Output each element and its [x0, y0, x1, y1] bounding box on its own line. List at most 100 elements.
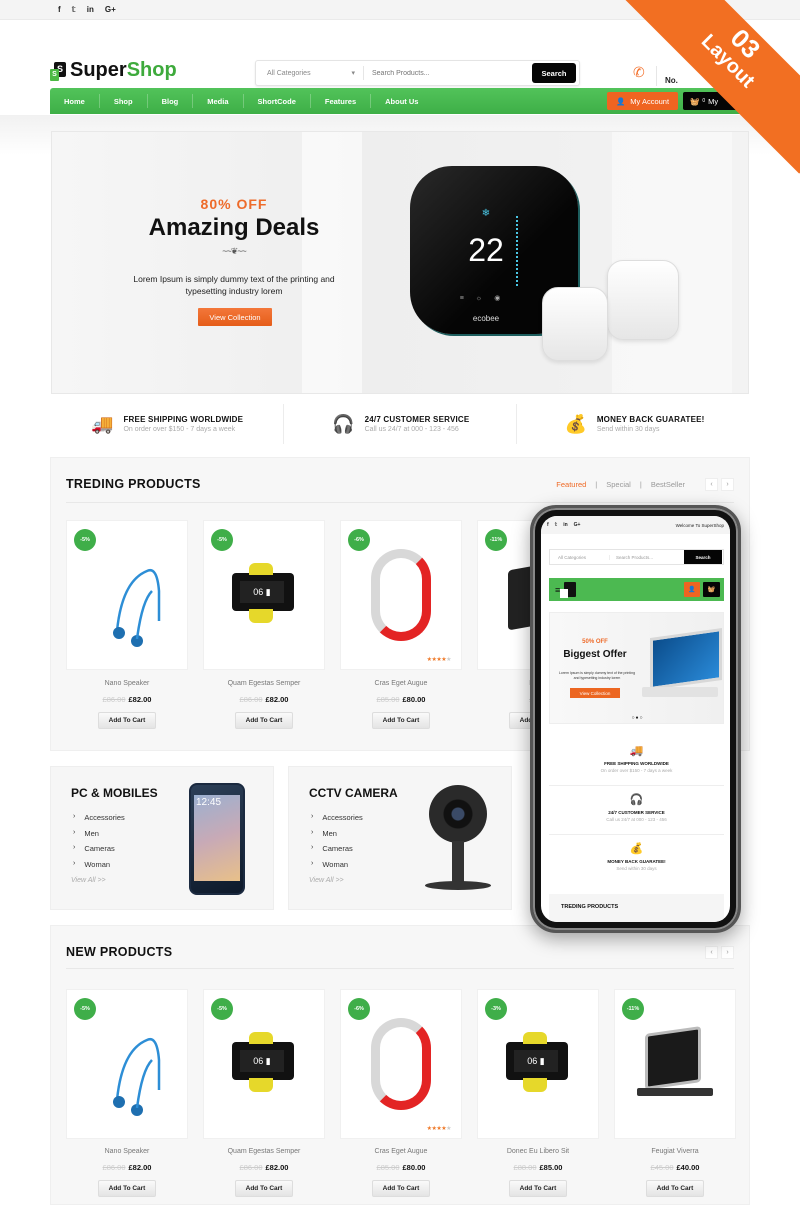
add-to-cart-button[interactable]: Add To Cart [98, 712, 156, 729]
category-select[interactable]: All Categories ▾ [256, 66, 364, 80]
phone-icon: ✆ [633, 64, 645, 80]
product-price: £85.00 £80.00 [340, 1163, 462, 1172]
mobile-view-collection-button[interactable]: View Collection [570, 688, 620, 698]
product-name[interactable]: Cras Eget Augue [340, 1148, 462, 1155]
product-name[interactable]: Cras Eget Augue [340, 680, 462, 687]
mobile-category-select[interactable]: All Categories [550, 554, 610, 560]
product-name[interactable]: Nano Speaker [66, 1148, 188, 1155]
category-link[interactable]: › Cameras [73, 844, 125, 860]
next-arrow-icon[interactable]: › [721, 478, 734, 491]
view-all-link[interactable]: View All >> [71, 877, 106, 884]
discount-badge: -11% [622, 998, 644, 1020]
prev-arrow-icon[interactable]: ‹ [705, 946, 718, 959]
facebook-icon[interactable]: f [58, 5, 61, 14]
category-select-value: All Categories [267, 69, 311, 77]
product-card[interactable]: -5% 06 ▮ [203, 989, 325, 1139]
view-collection-button[interactable]: View Collection [198, 308, 272, 326]
category-link[interactable]: › Accessories [73, 813, 125, 829]
product-name[interactable]: Donec Eu Libero Sit [477, 1148, 599, 1155]
category-link[interactable]: › Woman [73, 860, 125, 876]
truck-icon: 🚚 [629, 745, 644, 757]
mobile-search-input[interactable]: Search Products... [610, 555, 684, 560]
add-to-cart-button[interactable]: Add To Cart [509, 1180, 567, 1197]
add-to-cart-button[interactable]: Add To Cart [646, 1180, 704, 1197]
add-to-cart-button[interactable]: Add To Cart [235, 712, 293, 729]
product-card[interactable]: -11% [614, 989, 736, 1139]
product-card[interactable]: -5% 06 ▮ [203, 520, 325, 670]
watch-image: 06 ▮ [232, 1042, 294, 1080]
next-arrow-icon[interactable]: › [721, 946, 734, 959]
price: £82.00 [265, 1163, 289, 1172]
tab-featured[interactable]: Featured [556, 480, 586, 489]
category-link[interactable]: › Accessories [311, 813, 363, 829]
logo[interactable]: SS Super Shop [50, 59, 177, 82]
twitter-icon[interactable]: 𝕥 [555, 522, 558, 528]
search-button[interactable]: Search [532, 63, 576, 83]
slider-dots[interactable]: ○●○ [550, 715, 725, 721]
new-products-section: NEW PRODUCTS ‹ › -5% Nano Speaker £86.00 £… [50, 925, 750, 1205]
watch-strap [249, 1032, 273, 1044]
product-name[interactable]: Quam Egestas Semper [203, 680, 325, 687]
my-account-button[interactable]: 👤 My Account [607, 92, 678, 110]
welcome-text: Welcome To SuperShop [675, 522, 724, 528]
product-card[interactable]: -5% [66, 520, 188, 670]
category-links: › Accessories › Men › Cameras › Woman [311, 813, 363, 875]
chevron-right-icon: › [73, 859, 76, 867]
thermostat-temp: 22 [468, 232, 504, 268]
mobile-logo[interactable] [560, 582, 577, 598]
google-plus-icon[interactable]: G+ [574, 522, 581, 528]
category-links: › Accessories › Men › Cameras › Woman [73, 813, 125, 875]
nav-shop[interactable]: Shop [100, 94, 148, 108]
linkedin-icon[interactable]: in [563, 522, 567, 528]
add-to-cart-button[interactable]: Add To Cart [372, 712, 430, 729]
google-plus-icon[interactable]: G+ [105, 5, 116, 14]
headset-icon: 🎧 [629, 794, 644, 806]
tab-bestseller[interactable]: BestSeller [651, 480, 685, 489]
product-card[interactable]: -6% ★★★★★ [340, 520, 462, 670]
nav-shortcode[interactable]: ShortCode [244, 94, 311, 108]
watch-strap [523, 1078, 547, 1092]
add-to-cart-button[interactable]: Add To Cart [98, 1180, 156, 1197]
category-link[interactable]: › Men [73, 829, 125, 845]
nav-media[interactable]: Media [193, 94, 244, 108]
twitter-icon[interactable]: 𝕥 [72, 5, 76, 14]
prev-arrow-icon[interactable]: ‹ [705, 478, 718, 491]
my-account-label: My Account [630, 96, 670, 106]
product-card[interactable]: -5% [66, 989, 188, 1139]
watch-strap [249, 1078, 273, 1092]
nav-blog[interactable]: Blog [148, 94, 194, 108]
nav-home[interactable]: Home [50, 94, 100, 108]
nav-about-us[interactable]: About Us [371, 94, 432, 108]
category-link[interactable]: › Cameras [311, 844, 363, 860]
old-price: £86.00 [239, 695, 263, 704]
product-name[interactable]: Nano Speaker [66, 680, 188, 687]
feature-title: MONEY BACK GUARATEE! [596, 415, 705, 424]
category-link[interactable]: › Woman [311, 860, 363, 876]
divider [66, 968, 734, 969]
search-input[interactable] [364, 69, 532, 77]
price: £82.00 [128, 695, 152, 704]
mobile-search-button[interactable]: Search [684, 550, 722, 564]
feature-subtitle: Call us 24/7 at 000 - 123 - 456 [364, 426, 459, 433]
category-box-pc-mobiles: PC & MOBILES › Accessories › Men › Cameras … [50, 766, 274, 910]
product-card[interactable]: -6% ★★★★★ [340, 989, 462, 1139]
product-name[interactable]: Feugiat Viverra [614, 1148, 736, 1155]
linkedin-icon[interactable]: in [87, 5, 94, 14]
tablet-keyboard [637, 1088, 713, 1096]
nav-features[interactable]: Features [311, 94, 372, 108]
price: £80.00 [402, 1163, 426, 1172]
feature-subtitle: On order over $150 - 7 days a week [123, 426, 236, 433]
search-bar: All Categories ▾ Search [255, 60, 580, 86]
tab-special[interactable]: Special [606, 480, 631, 489]
category-link[interactable]: › Men [311, 829, 363, 845]
mobile-account-button[interactable]: 👤 [684, 582, 700, 597]
thermostat-brand: ecobee [472, 314, 500, 323]
category-title: CCTV CAMERA [309, 786, 398, 800]
add-to-cart-button[interactable]: Add To Cart [235, 1180, 293, 1197]
add-to-cart-button[interactable]: Add To Cart [372, 1180, 430, 1197]
product-name[interactable]: Quam Egestas Semper [203, 1148, 325, 1155]
view-all-link[interactable]: View All >> [309, 877, 344, 884]
product-card[interactable]: -3% 06 ▮ [477, 989, 599, 1139]
facebook-icon[interactable]: f [547, 522, 549, 528]
mobile-cart-button[interactable]: 🧺 [703, 582, 720, 597]
